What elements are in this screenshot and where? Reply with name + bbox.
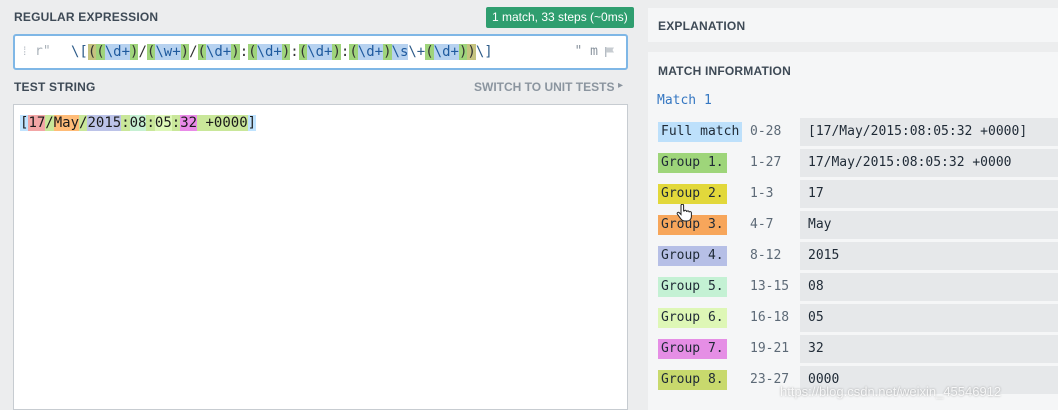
regex-section-label: REGULAR EXPRESSION [14,10,159,24]
match-information-label: MATCH INFORMATION [658,64,791,78]
info-panel: EXPLANATION MATCH INFORMATION Match 1 Fu… [636,0,1058,410]
group-value-cell: 17/May/2015:08:05:32 +0000 [800,149,1058,177]
group-value-cell: [17/May/2015:08:05:32 +0000] [800,118,1058,146]
group-value: 08 [808,279,824,294]
group-range: 1-27 [750,155,782,170]
group-name[interactable]: Group 5. [658,277,727,297]
group-value-cell: 32 [800,335,1058,363]
group-name[interactable]: Group 8. [658,370,727,390]
regex-panel: REGULAR EXPRESSION 1 match, 33 steps (~0… [0,0,636,410]
group-range: 1-3 [750,186,774,201]
drag-handle-icon[interactable]: ⁞ [23,44,26,58]
group-name[interactable]: Group 2. [658,184,727,204]
flag-m: m [590,44,598,59]
group-value: 05 [808,310,824,325]
group-range: 19-21 [750,341,790,356]
group-value: 2015 [808,248,840,263]
group-value: 17 [808,186,824,201]
match-row: Group 3. 4-7 May [648,211,1058,239]
regex-suffix: " [574,44,583,59]
group-name[interactable]: Group 4. [658,246,727,266]
group-value: 17/May/2015:08:05:32 +0000 [808,155,1012,170]
group-value-cell: May [800,211,1058,239]
group-value-cell: 08 [800,273,1058,301]
group-value: 32 [808,341,824,356]
group-name[interactable]: Group 1. [658,153,727,173]
switch-to-unit-tests-link[interactable]: SWITCH TO UNIT TESTS [474,80,614,94]
group-value-cell: 17 [800,180,1058,208]
match-row: Group 5. 13-15 08 [648,273,1058,301]
group-range: 0-28 [750,124,782,139]
regex-input[interactable]: ⁞ r" \[((\d+)/(\w+)/(\d+):(\d+):(\d+):(\… [13,34,628,70]
match-row: Group 6. 16-18 05 [648,304,1058,332]
test-string-label: TEST STRING [14,80,96,94]
chevron-right-icon[interactable]: ▸ [618,80,623,91]
group-name[interactable]: Group 6. [658,308,727,328]
explanation-header[interactable]: EXPLANATION [648,8,1058,42]
group-range: 16-18 [750,310,790,325]
group-range: 13-15 [750,279,790,294]
group-range: 8-12 [750,248,782,263]
flag-icon[interactable] [604,46,616,58]
test-string-editor[interactable]: [17/May/2015:08:05:32 +0000] [13,104,628,410]
test-string-text[interactable]: [17/May/2015:08:05:32 +0000] [20,114,257,132]
match-information-panel: MATCH INFORMATION Match 1 Full match 0-2… [648,52,1058,410]
hand-pointer-icon [676,204,692,222]
match-row: Group 2. 1-3 17 [648,180,1058,208]
group-value: May [808,217,832,232]
watermark-text: https://blog.csdn.net/weixin_45546912 [780,384,1002,399]
match-row: Group 1. 1-27 17/May/2015:08:05:32 +0000 [648,149,1058,177]
group-value-cell: 2015 [800,242,1058,270]
match-label: Match 1 [657,93,712,108]
group-name[interactable]: Group 3. [658,215,727,235]
explanation-label: EXPLANATION [658,19,746,33]
match-row: Full match 0-28 [17/May/2015:08:05:32 +0… [648,118,1058,146]
regex-pattern[interactable]: \[((\d+)/(\w+)/(\d+):(\d+):(\d+):(\d+)\s… [71,43,493,61]
regex-prefix: r" [35,44,51,59]
group-name[interactable]: Full match [658,122,743,142]
group-range: 4-7 [750,217,774,232]
group-value: [17/May/2015:08:05:32 +0000] [808,124,1028,139]
group-name[interactable]: Group 7. [658,339,727,359]
regex-flags[interactable]: " m [575,44,598,59]
group-value-cell: 05 [800,304,1058,332]
match-row: Group 4. 8-12 2015 [648,242,1058,270]
match-status-badge: 1 match, 33 steps (~0ms) [486,7,634,28]
match-row: Group 7. 19-21 32 [648,335,1058,363]
